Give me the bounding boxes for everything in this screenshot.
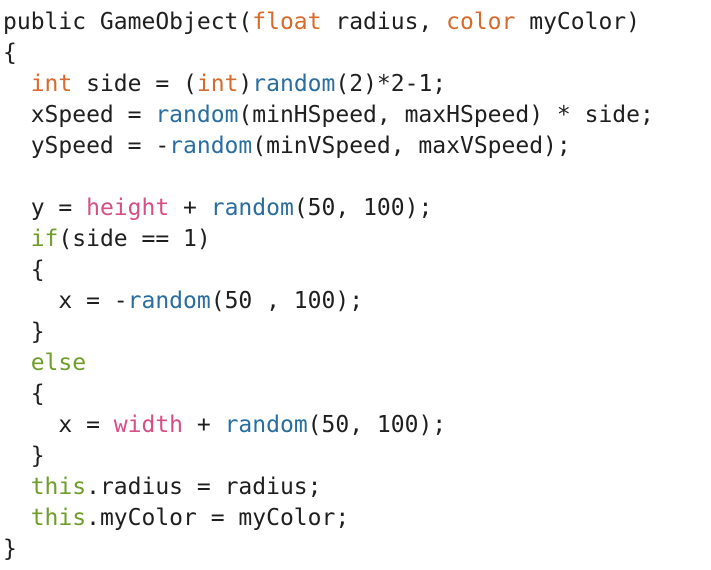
code-token: ) — [238, 71, 253, 97]
code-token: public GameObject( — [3, 9, 253, 35]
code-token: int — [196, 71, 239, 97]
code-line: xSpeed = random(minHSpeed, maxHSpeed) * … — [3, 100, 711, 131]
code-line: else — [3, 348, 711, 379]
code-token: ySpeed = - — [3, 133, 170, 159]
code-token: (side == 1) — [58, 226, 211, 252]
code-line: this.radius = radius; — [3, 472, 711, 503]
code-token: { — [3, 381, 45, 407]
code-line: x = width + random(50, 100); — [3, 410, 711, 441]
code-token: this — [30, 474, 87, 500]
code-token: (50, 100); — [293, 195, 433, 221]
code-token: random — [210, 195, 294, 221]
code-line: } — [3, 441, 711, 472]
code-token: color — [446, 9, 516, 35]
code-line: { — [3, 38, 711, 69]
code-token: height — [86, 195, 170, 221]
code-token: width — [113, 412, 184, 438]
code-token: random — [127, 288, 211, 314]
code-line: { — [3, 255, 711, 286]
code-token: } — [3, 443, 45, 469]
code-token: y = — [3, 195, 87, 221]
code-token: (minHSpeed, maxHSpeed) * side; — [238, 102, 654, 128]
code-token: xSpeed = — [3, 102, 156, 128]
code-token: (50, 100); — [307, 412, 447, 438]
code-token: random — [169, 133, 253, 159]
code-token: float — [252, 9, 322, 35]
code-token: myColor) — [515, 9, 640, 35]
code-token: + — [169, 195, 211, 221]
code-token: if — [30, 226, 59, 252]
code-line: x = -random(50 , 100); — [3, 286, 711, 317]
code-token: random — [224, 412, 308, 438]
code-line: y = height + random(50, 100); — [3, 193, 711, 224]
code-token: radius, — [321, 9, 447, 35]
code-line: } — [3, 317, 711, 348]
code-line: this.myColor = myColor; — [3, 503, 711, 534]
code-token: x = — [3, 412, 114, 438]
code-token: random — [252, 71, 336, 97]
code-token: (50 , 100); — [210, 288, 364, 314]
code-line: int side = (int)random(2)*2-1; — [3, 69, 711, 100]
code-token: + — [183, 412, 225, 438]
code-token: } — [3, 319, 45, 345]
code-line: public GameObject(float radius, color my… — [3, 7, 711, 38]
code-token: .radius = radius; — [86, 474, 322, 500]
code-token: (2)*2-1; — [335, 71, 447, 97]
code-editor[interactable]: public GameObject(float radius, color my… — [0, 0, 711, 570]
code-token: else — [30, 350, 87, 376]
code-token: this — [30, 505, 87, 531]
code-token: x = - — [3, 288, 128, 314]
code-token: side = ( — [72, 71, 197, 97]
code-line: ySpeed = -random(minVSpeed, maxVSpeed); — [3, 131, 711, 162]
code-token: random — [155, 102, 239, 128]
code-line: } — [3, 534, 711, 565]
code-token: { — [3, 40, 17, 66]
code-token: .myColor = myColor; — [86, 505, 350, 531]
code-token: } — [3, 536, 17, 562]
code-token: int — [30, 71, 73, 97]
code-token: { — [3, 257, 45, 283]
code-token: (minVSpeed, maxVSpeed); — [252, 133, 571, 159]
code-line: { — [3, 379, 711, 410]
code-line: if(side == 1) — [3, 224, 711, 255]
